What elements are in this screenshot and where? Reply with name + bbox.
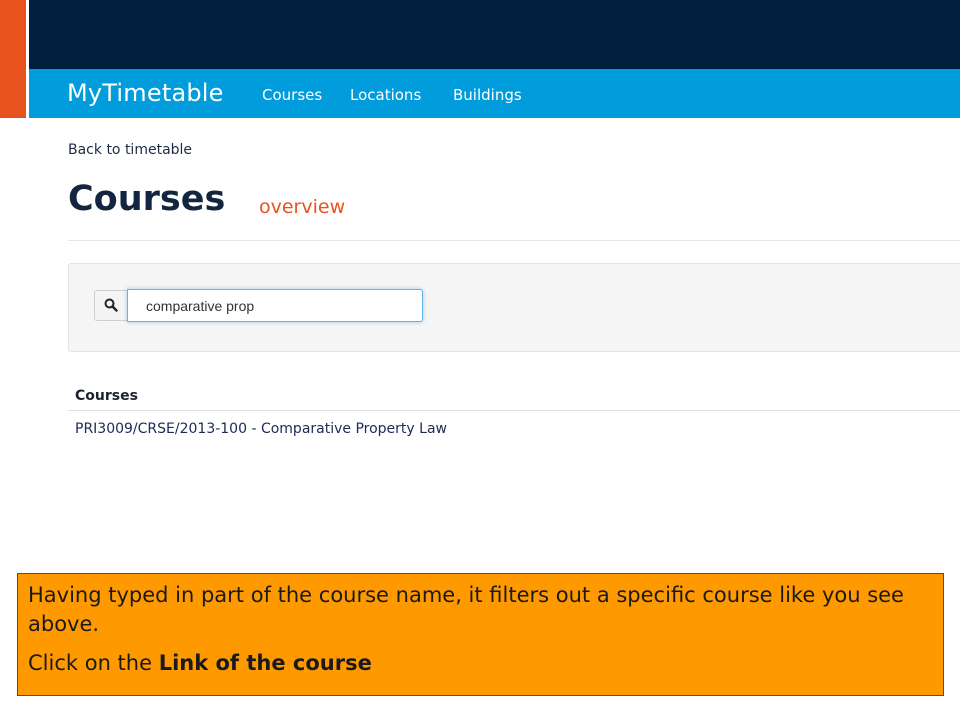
results-header: Courses: [75, 388, 138, 404]
callout-instruction-emphasis: Link of the course: [158, 651, 372, 675]
course-search-input[interactable]: [127, 289, 423, 322]
back-to-timetable-link[interactable]: Back to timetable: [68, 142, 192, 158]
search-panel: [68, 263, 960, 352]
callout-instruction-prefix: Click on the: [28, 651, 159, 675]
accent-bar: [0, 0, 26, 118]
callout-text: Having typed in part of the course name,…: [28, 583, 904, 636]
navigation-bar: MyTimetable Courses Locations Buildings: [29, 69, 960, 118]
results-divider: [68, 410, 960, 411]
course-result-link[interactable]: PRI3009/CRSE/2013-100 - Comparative Prop…: [75, 421, 447, 437]
search-icon[interactable]: [94, 290, 127, 321]
app-brand[interactable]: MyTimetable: [67, 79, 224, 107]
instruction-callout: Having typed in part of the course name,…: [17, 573, 944, 696]
nav-locations[interactable]: Locations: [350, 86, 421, 104]
nav-buildings[interactable]: Buildings: [453, 86, 522, 104]
title-divider: [68, 240, 960, 241]
page-title: Courses: [68, 179, 226, 219]
top-header-bar: [29, 0, 960, 69]
nav-courses[interactable]: Courses: [262, 86, 322, 104]
page-subtitle: overview: [259, 196, 346, 218]
callout-instruction: Click on the Link of the course: [28, 649, 933, 678]
